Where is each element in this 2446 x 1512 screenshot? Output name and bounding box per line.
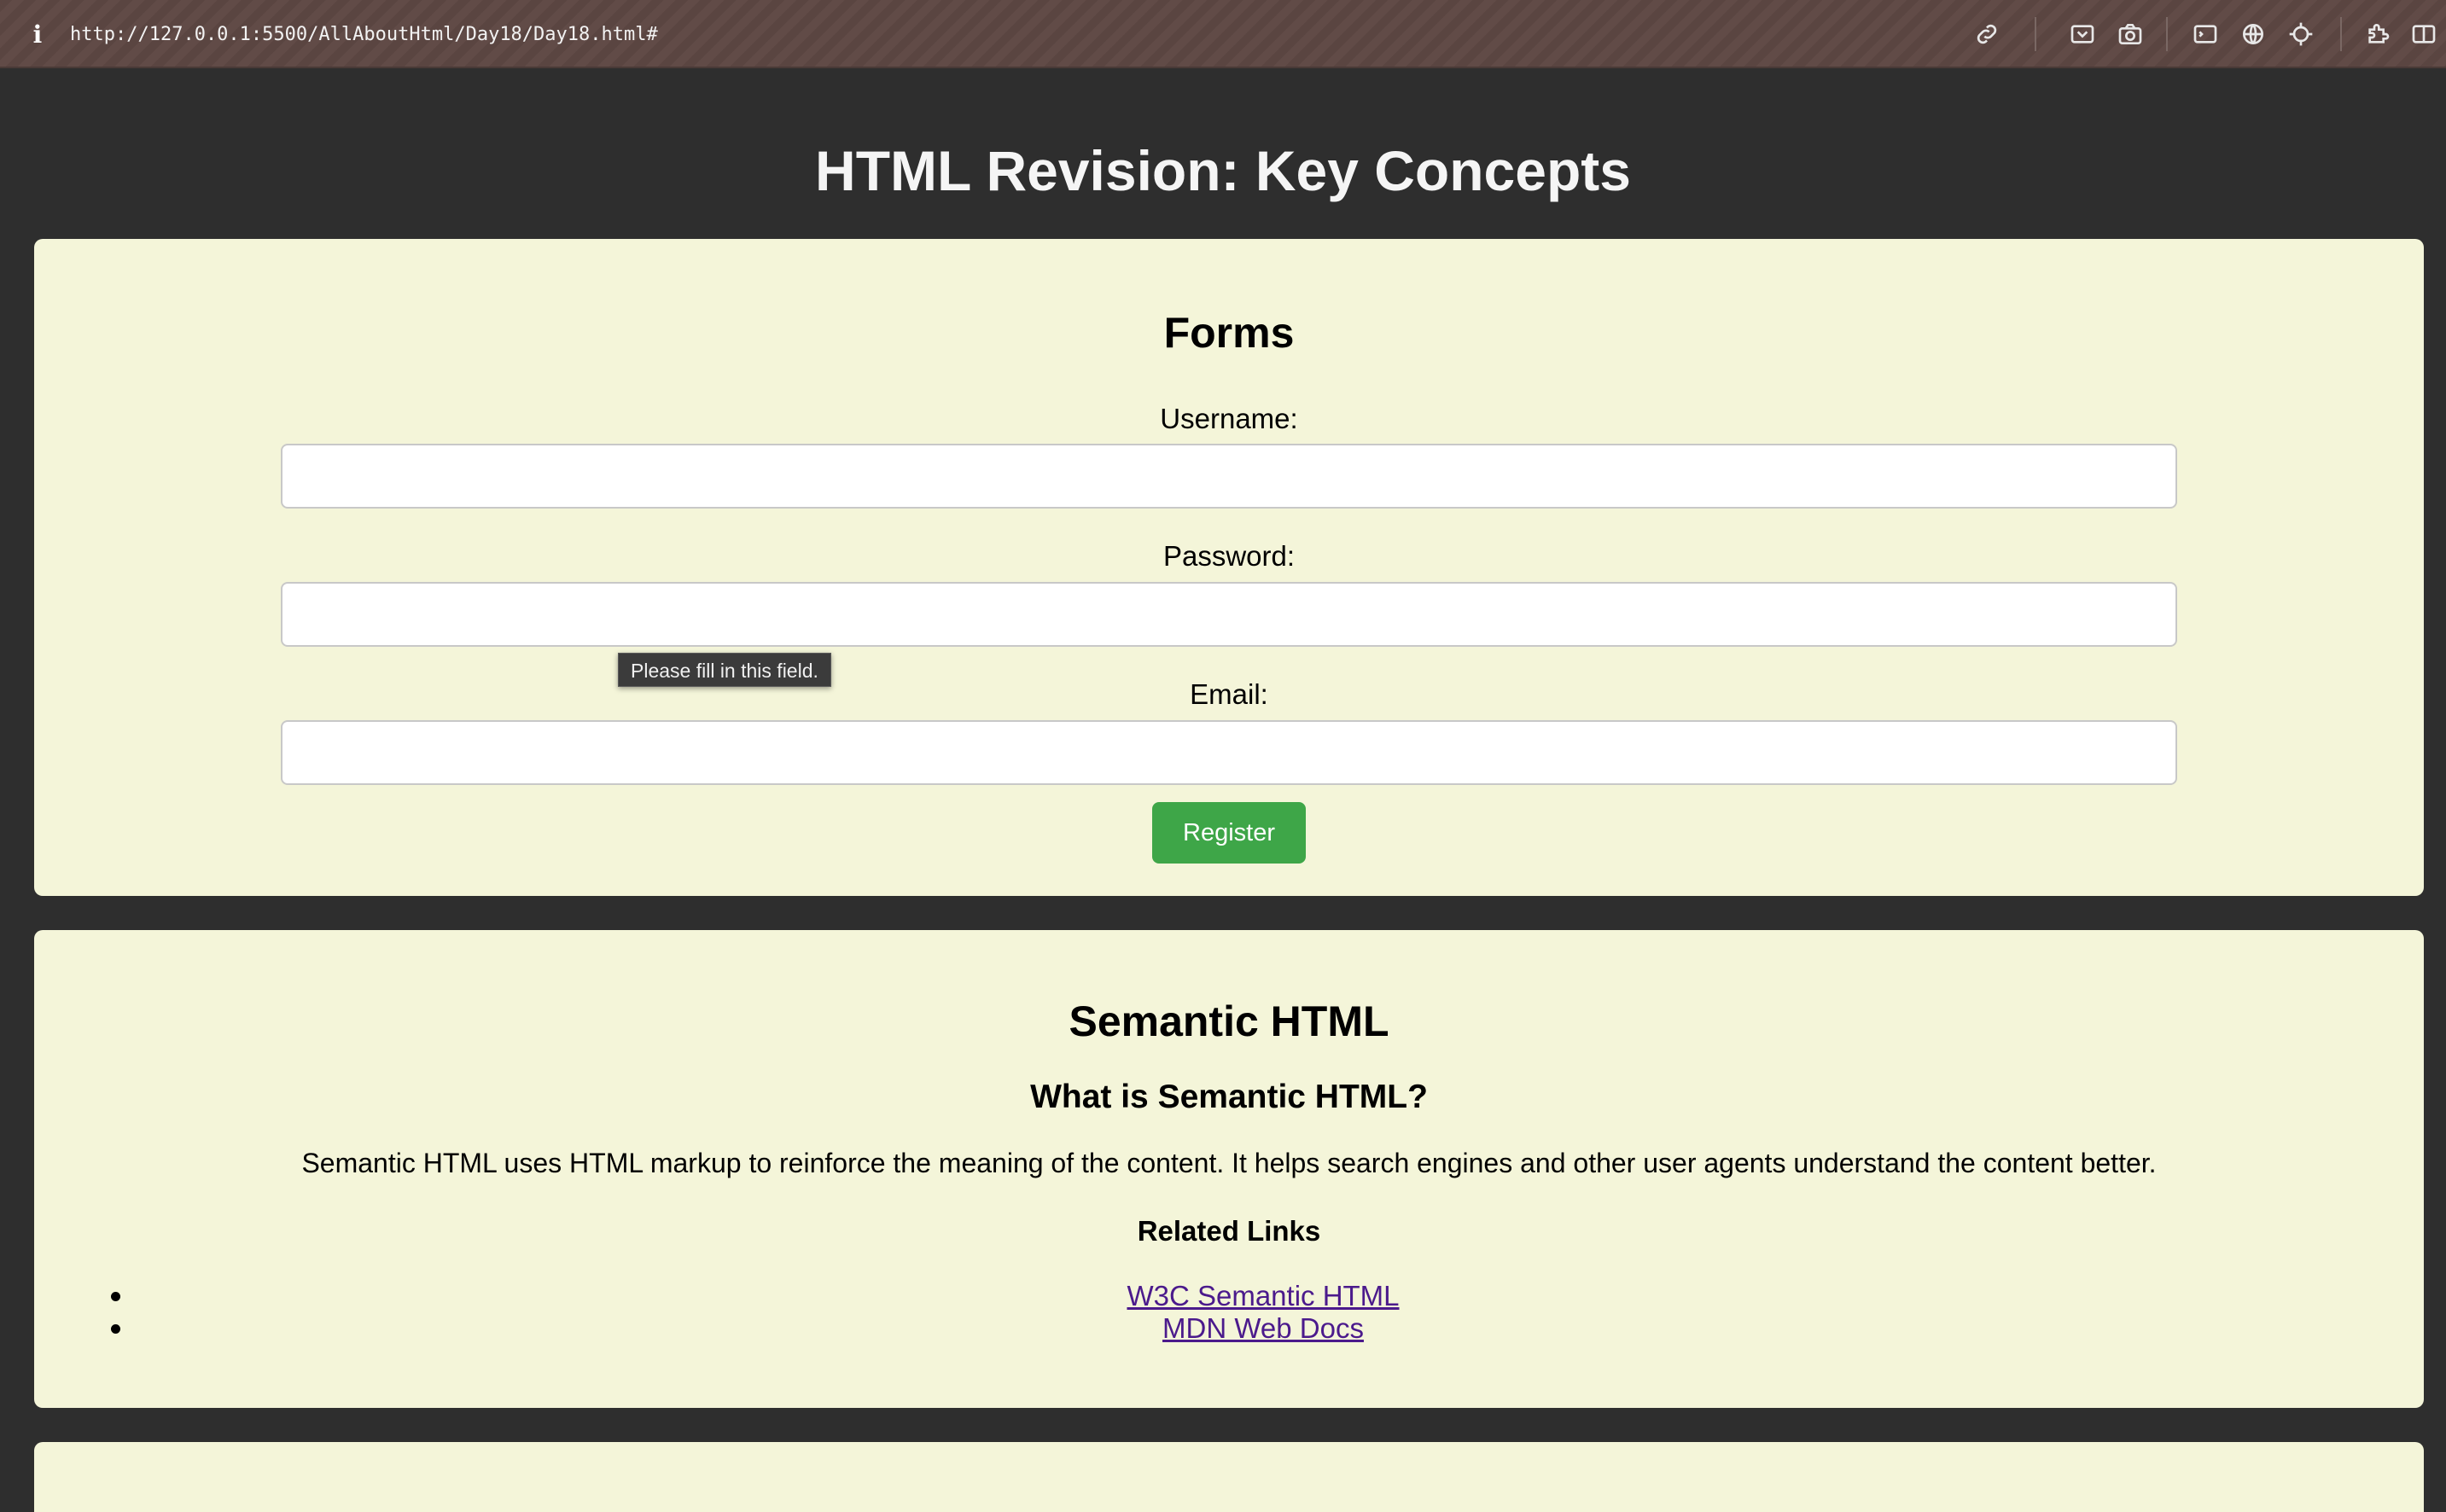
forms-heading: Forms xyxy=(1163,309,1295,357)
toolbar-divider xyxy=(2340,17,2342,51)
link-icon[interactable] xyxy=(1971,19,2002,49)
w3c-semantic-html-link[interactable]: W3C Semantic HTML xyxy=(1127,1280,1399,1311)
semantic-description: Semantic HTML uses HTML markup to reinfo… xyxy=(301,1148,2157,1178)
username-label: Username: xyxy=(1160,403,1298,434)
semantic-subheading: What is Semantic HTML? xyxy=(1030,1079,1428,1115)
bullet xyxy=(111,1292,120,1301)
bullet xyxy=(111,1324,120,1334)
username-input[interactable] xyxy=(281,444,2177,509)
related-links-heading: Related Links xyxy=(1137,1215,1321,1247)
validation-tooltip: Please fill in this field. xyxy=(618,653,831,687)
semantic-heading: Semantic HTML xyxy=(1069,997,1389,1045)
extensions-icon[interactable] xyxy=(2362,19,2393,49)
email-input[interactable] xyxy=(281,720,2177,785)
browser-toolbar: i http://127.0.0.1:5500/AllAboutHtml/Day… xyxy=(0,0,2446,68)
info-icon[interactable]: i xyxy=(29,19,46,49)
forms-section: Forms Username: Password: Email: Registe… xyxy=(34,239,2424,896)
list-item: W3C Semantic HTML xyxy=(34,1280,2424,1312)
related-links-list: W3C Semantic HTML MDN Web Docs xyxy=(34,1280,2424,1345)
crosshair-icon[interactable] xyxy=(2286,19,2316,49)
sidebar-icon[interactable] xyxy=(2408,19,2439,49)
password-label: Password: xyxy=(1162,540,1296,572)
terminal-icon[interactable] xyxy=(2190,19,2221,49)
mdn-web-docs-link[interactable]: MDN Web Docs xyxy=(1162,1312,1364,1344)
page-title: HTML Revision: Key Concepts xyxy=(815,139,1631,202)
email-label: Email: xyxy=(1190,678,1268,710)
camera-icon[interactable] xyxy=(2115,19,2146,49)
screenshot-icon[interactable] xyxy=(2067,19,2098,49)
password-input[interactable] xyxy=(281,582,2177,647)
globe-icon[interactable] xyxy=(2238,19,2268,49)
toolbar-divider xyxy=(2035,17,2036,51)
list-item: MDN Web Docs xyxy=(34,1312,2424,1345)
semantic-html-section: Semantic HTML What is Semantic HTML? Sem… xyxy=(34,930,2424,1408)
register-button[interactable]: Register xyxy=(1152,802,1306,864)
next-section xyxy=(34,1442,2424,1512)
address-bar[interactable]: http://127.0.0.1:5500/AllAboutHtml/Day18… xyxy=(70,20,658,49)
toolbar-divider xyxy=(2166,17,2168,51)
